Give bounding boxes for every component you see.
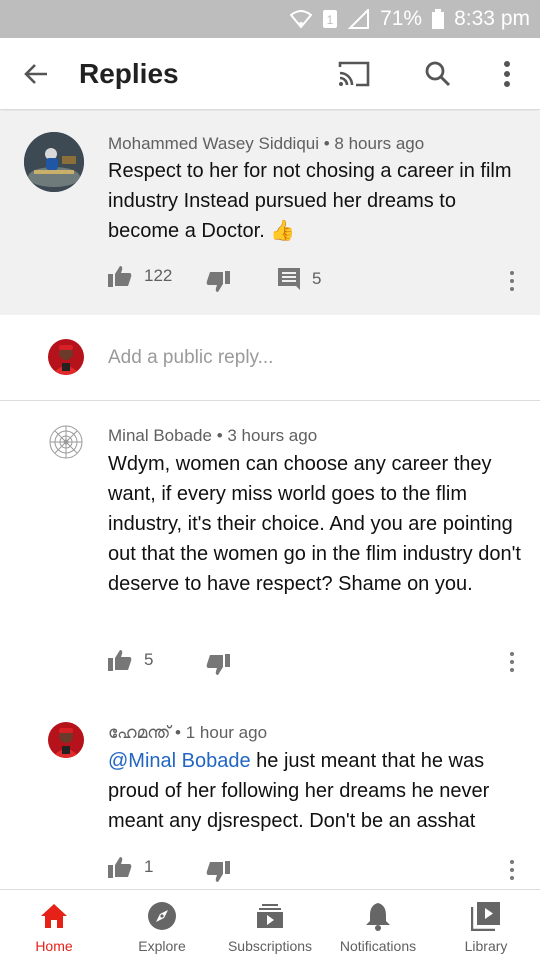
avatar[interactable] bbox=[48, 722, 84, 758]
user-avatar-image bbox=[48, 722, 84, 758]
nav-explore[interactable]: Explore bbox=[108, 890, 216, 960]
reply-author[interactable]: Minal Bobade bbox=[108, 426, 212, 445]
reply-count-button[interactable]: 5 bbox=[278, 268, 321, 290]
cast-button[interactable] bbox=[334, 56, 374, 92]
reply-more-button[interactable] bbox=[504, 649, 520, 675]
more-options-button[interactable] bbox=[492, 56, 522, 92]
bottom-nav: Home Explore Subscriptions Notifications… bbox=[0, 889, 540, 960]
like-button[interactable]: 122 bbox=[108, 265, 172, 287]
wifi-icon bbox=[290, 9, 313, 29]
comment-time: 8 hours ago bbox=[334, 134, 425, 153]
thumbs-up-icon bbox=[108, 857, 132, 878]
like-button[interactable]: 5 bbox=[108, 649, 153, 671]
back-button[interactable] bbox=[18, 56, 54, 92]
compass-icon bbox=[147, 900, 177, 932]
comment-author[interactable]: Mohammed Wasey Siddiqui bbox=[108, 134, 319, 153]
thumbs-up-icon bbox=[108, 266, 132, 287]
dislike-button[interactable] bbox=[206, 654, 230, 676]
reply-time: 1 hour ago bbox=[185, 723, 268, 742]
status-bar: 1 71% 8:33 pm bbox=[0, 0, 540, 38]
nav-label: Subscriptions bbox=[227, 938, 313, 954]
avatar[interactable] bbox=[24, 132, 84, 192]
avatar[interactable] bbox=[48, 424, 84, 460]
svg-text:1: 1 bbox=[327, 13, 334, 27]
meta-separator: • bbox=[211, 426, 228, 445]
mention-link[interactable]: @Minal Bobade bbox=[108, 750, 251, 772]
nav-label: Explore bbox=[138, 938, 186, 954]
comment-icon bbox=[278, 268, 300, 290]
thumbs-down-icon bbox=[206, 861, 230, 882]
more-vert-icon bbox=[504, 61, 510, 87]
comment-more-button[interactable] bbox=[504, 268, 520, 294]
reply-text: Wdym, women can choose any career they w… bbox=[108, 453, 521, 595]
back-arrow-icon bbox=[24, 64, 47, 84]
meta-separator: • bbox=[319, 134, 335, 153]
battery-icon bbox=[432, 9, 445, 29]
thumbs-up-icon bbox=[108, 650, 132, 671]
dislike-button[interactable] bbox=[206, 271, 230, 293]
sim-icon: 1 bbox=[322, 9, 338, 29]
avatar-image bbox=[24, 132, 84, 192]
app-bar: Replies bbox=[0, 38, 540, 110]
reply-count: 5 bbox=[312, 269, 322, 288]
mandala-avatar-image bbox=[48, 424, 84, 460]
home-icon bbox=[39, 900, 69, 932]
reply-meta: Minal Bobade • 3 hours ago bbox=[108, 425, 317, 447]
nav-label: Notifications bbox=[339, 938, 417, 954]
library-icon bbox=[471, 900, 501, 932]
cast-icon bbox=[338, 61, 370, 87]
nav-label: Home bbox=[35, 938, 73, 954]
search-icon bbox=[425, 61, 451, 87]
reply-more-button[interactable] bbox=[504, 857, 520, 883]
thumbs-down-icon bbox=[206, 271, 230, 292]
reply-input[interactable] bbox=[108, 343, 508, 373]
reply-time: 3 hours ago bbox=[227, 426, 318, 445]
reply-meta: ഹേമന്ത് • 1 hour ago bbox=[108, 722, 267, 744]
nav-home[interactable]: Home bbox=[0, 890, 108, 960]
like-count: 122 bbox=[144, 266, 173, 285]
signal-icon bbox=[348, 9, 370, 29]
reply-box bbox=[0, 315, 540, 401]
comment-meta: Mohammed Wasey Siddiqui • 8 hours ago bbox=[108, 133, 424, 155]
reply-text: @Minal Bobade he just meant that he was … bbox=[108, 746, 528, 836]
user-avatar-image bbox=[48, 339, 84, 375]
avatar bbox=[48, 339, 84, 375]
thumbs-down-icon bbox=[206, 654, 230, 675]
dislike-button[interactable] bbox=[206, 861, 230, 883]
meta-separator: • bbox=[170, 723, 186, 742]
nav-notifications[interactable]: Notifications bbox=[324, 890, 432, 960]
reply-author[interactable]: ഹേമന്ത് bbox=[108, 723, 170, 742]
parent-comment: Mohammed Wasey Siddiqui • 8 hours ago Re… bbox=[0, 111, 540, 315]
search-button[interactable] bbox=[420, 56, 456, 92]
battery-percent: 71% bbox=[380, 7, 423, 30]
like-button[interactable]: 1 bbox=[108, 856, 153, 878]
like-count: 1 bbox=[144, 857, 154, 876]
like-count: 5 bbox=[144, 650, 154, 669]
clock: 8:33 pm bbox=[454, 7, 530, 30]
nav-library[interactable]: Library bbox=[432, 890, 540, 960]
page-title: Replies bbox=[79, 58, 179, 89]
subscriptions-icon bbox=[256, 900, 284, 932]
comment-text: Respect to her for not chosing a career … bbox=[108, 160, 512, 242]
nav-subscriptions[interactable]: Subscriptions bbox=[216, 890, 324, 960]
bell-icon bbox=[364, 900, 392, 932]
nav-label: Library bbox=[464, 938, 508, 954]
